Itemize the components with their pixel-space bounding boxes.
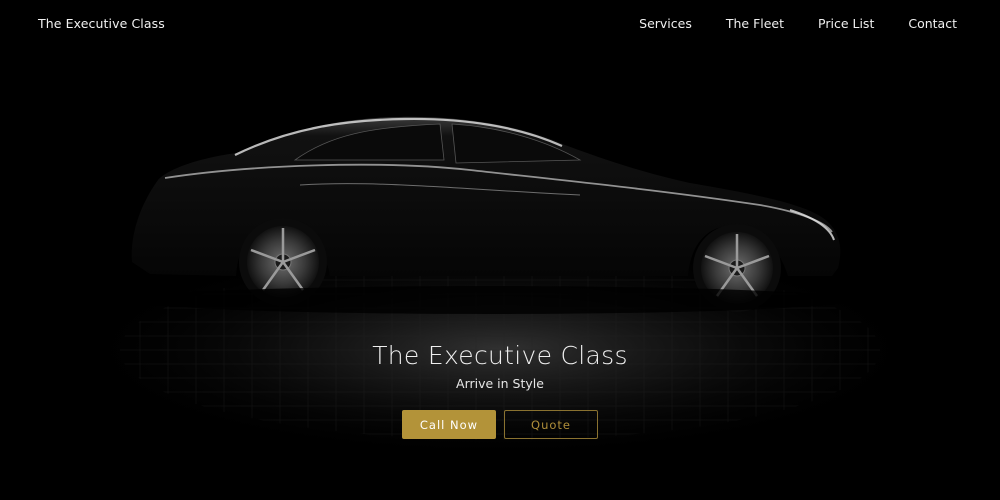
brand-link[interactable]: The Executive Class <box>38 16 165 31</box>
nav-menu: Services The Fleet Price List Contact <box>639 16 957 31</box>
top-nav: The Executive Class Services The Fleet P… <box>38 14 957 32</box>
hero-subtitle: Arrive in Style <box>456 376 544 391</box>
nav-item-contact[interactable]: Contact <box>908 16 957 31</box>
nav-item-price-list[interactable]: Price List <box>818 16 874 31</box>
hero-page: The Executive Class Services The Fleet P… <box>0 0 1000 500</box>
cta-row: Call Now Quote <box>0 410 1000 439</box>
hero-title: The Executive Class <box>372 341 628 370</box>
nav-item-the-fleet[interactable]: The Fleet <box>726 16 784 31</box>
nav-item-services[interactable]: Services <box>639 16 692 31</box>
hero-text: The Executive Class Arrive in Style <box>0 340 1000 391</box>
call-now-button[interactable]: Call Now <box>402 410 496 439</box>
quote-button[interactable]: Quote <box>504 410 598 439</box>
